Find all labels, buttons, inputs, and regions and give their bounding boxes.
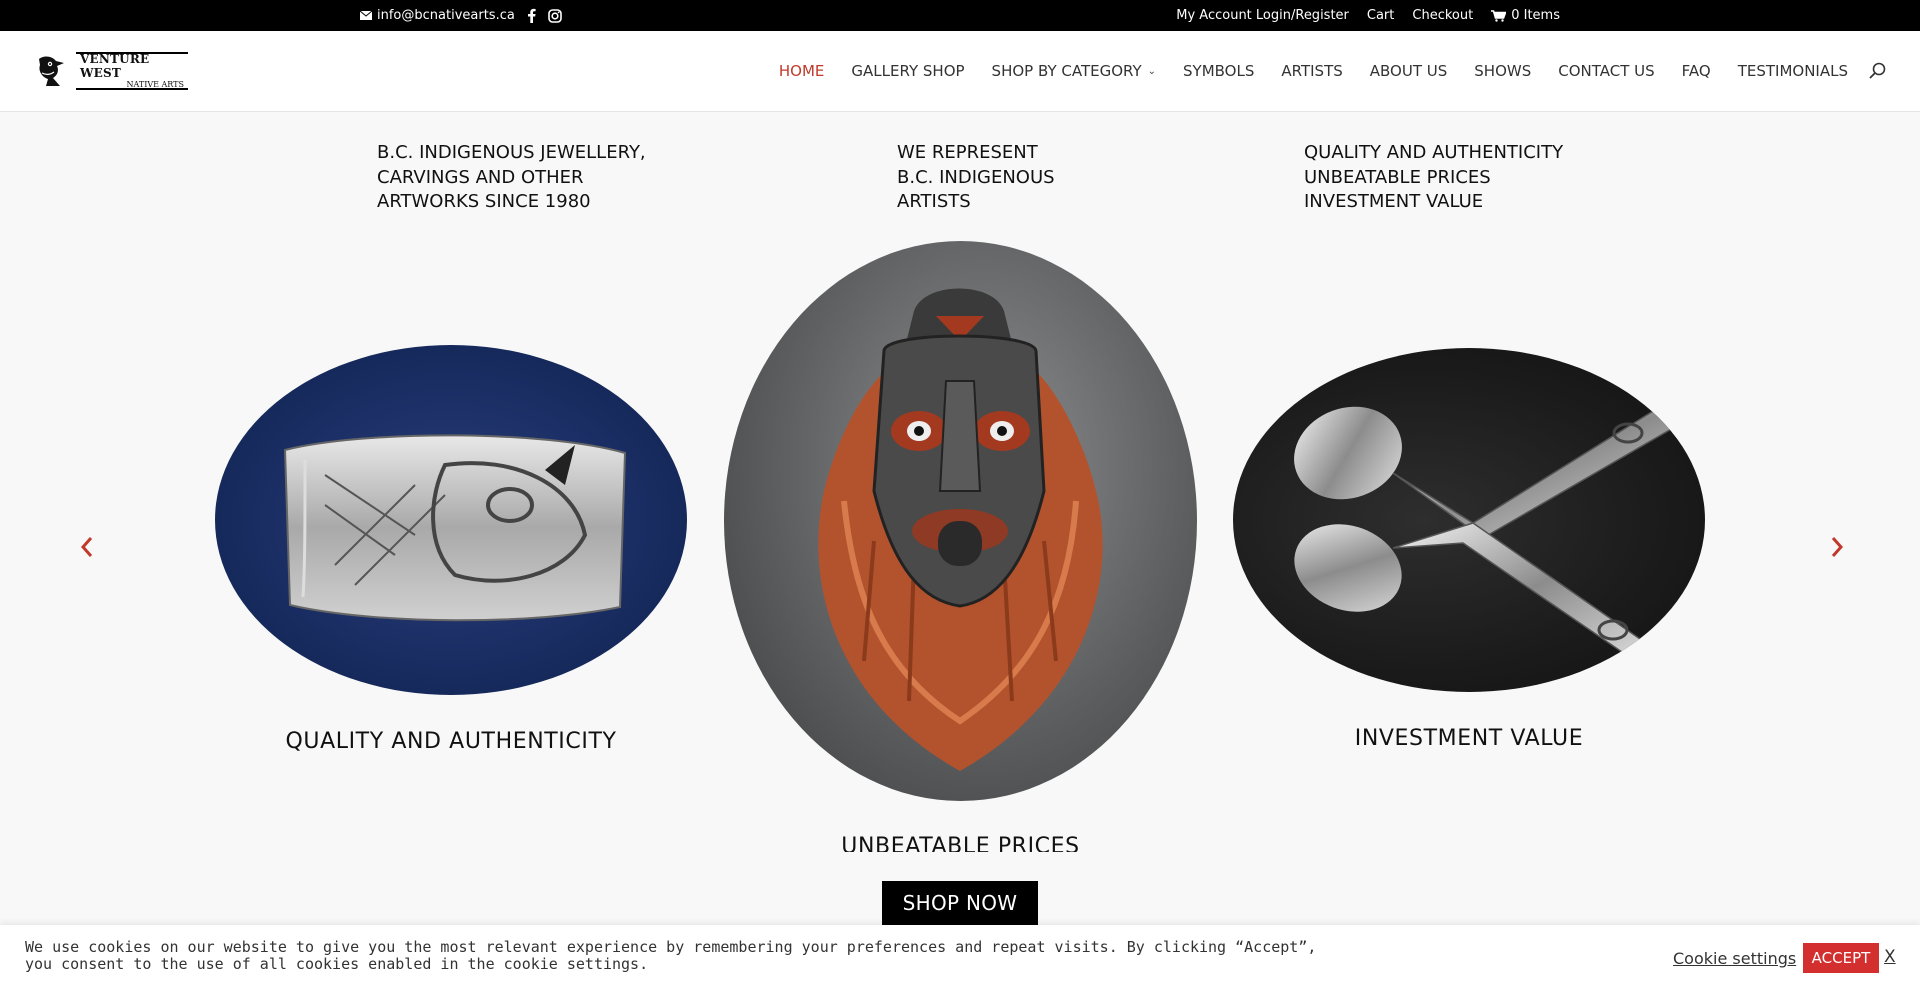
nav-item-shop-by-category[interactable]: SHOP BY CATEGORY ⌄ <box>992 62 1156 80</box>
slide-image-mask[interactable] <box>724 241 1197 801</box>
logo-line-1: VENTURE WEST <box>80 52 150 80</box>
logo-raven-icon <box>39 56 64 86</box>
cart-items-count: 0 Items <box>1511 8 1560 23</box>
top-bar: info@bcnativearts.ca My Account Login/Re… <box>0 0 1920 31</box>
nav-item-artists[interactable]: ARTISTS <box>1281 62 1342 80</box>
nav-item-gallery-shop[interactable]: GALLERY SHOP <box>851 62 964 80</box>
cart-link[interactable]: Cart <box>1367 8 1395 23</box>
logo-line-2: NATIVE ARTS <box>126 80 184 89</box>
nav-item-home[interactable]: HOME <box>779 62 825 80</box>
slide-caption-center: UNBEATABLE PRICES <box>841 834 1080 852</box>
shopping-cart-icon <box>1491 9 1507 22</box>
carousel-prev-button[interactable] <box>72 532 102 562</box>
account-link[interactable]: My Account Login/Register <box>1176 8 1349 23</box>
checkout-link[interactable]: Checkout <box>1412 8 1473 23</box>
facebook-link[interactable] <box>527 8 536 23</box>
instagram-link[interactable] <box>548 8 562 23</box>
nav-item-shows[interactable]: SHOWS <box>1474 62 1531 80</box>
slide-caption-right: INVESTMENT VALUE <box>1354 726 1584 751</box>
nav-item-about-us[interactable]: ABOUT US <box>1370 62 1448 80</box>
silver-bracelet-image <box>283 434 627 622</box>
nav-item-testimonials[interactable]: TESTIMONIALS <box>1738 62 1848 80</box>
cookie-close-button[interactable]: X <box>1884 947 1896 967</box>
top-bar-right: My Account Login/Register Cart Checkout … <box>1176 0 1560 31</box>
cookie-settings-link[interactable]: Cookie settings <box>1673 949 1796 968</box>
slide-image-bracelet[interactable] <box>215 345 687 695</box>
main-nav: HOME GALLERY SHOP SHOP BY CATEGORY ⌄ SYM… <box>779 31 1848 111</box>
silver-spoons-image <box>1294 406 1675 664</box>
facebook-icon <box>527 8 536 23</box>
mail-icon <box>360 11 372 20</box>
hero-tagline-3: QUALITY AND AUTHENTICITY UNBEATABLE PRIC… <box>1304 142 1564 212</box>
hero-tagline-1: B.C. INDIGENOUS JEWELLERY, CARVINGS AND … <box>377 142 646 212</box>
cookie-consent-text: We use cookies on our website to give yo… <box>25 938 1317 973</box>
top-bar-left: info@bcnativearts.ca <box>360 0 562 31</box>
shop-now-button[interactable]: SHOP NOW <box>882 881 1038 925</box>
cookie-consent-bar: We use cookies on our website to give yo… <box>0 925 1920 993</box>
chevron-right-icon <box>1831 537 1844 557</box>
email-text: info@bcnativearts.ca <box>377 8 515 23</box>
carousel-next-button[interactable] <box>1822 532 1852 562</box>
logo-wordmark: VENTURE WEST NATIVE ARTS <box>76 52 188 90</box>
search-icon[interactable] <box>1868 61 1888 81</box>
instagram-icon <box>548 8 562 23</box>
nav-item-faq[interactable]: FAQ <box>1682 62 1711 80</box>
chevron-down-icon: ⌄ <box>1147 65 1157 77</box>
slide-image-spoons[interactable] <box>1233 348 1705 692</box>
nav-item-contact-us[interactable]: CONTACT US <box>1558 62 1654 80</box>
hero-tagline-2: WE REPRESENT B.C. INDIGENOUS ARTISTS <box>897 142 1055 212</box>
site-logo[interactable]: VENTURE WEST NATIVE ARTS <box>36 51 194 91</box>
slide-caption-left: QUALITY AND AUTHENTICITY <box>285 729 617 754</box>
email-link[interactable]: info@bcnativearts.ca <box>360 8 515 23</box>
site-header: VENTURE WEST NATIVE ARTS HOME GALLERY SH… <box>0 31 1920 111</box>
cart-items-link[interactable]: 0 Items <box>1491 8 1560 23</box>
nav-item-shop-by-category-label: SHOP BY CATEGORY <box>991 62 1142 80</box>
chevron-left-icon <box>80 537 93 557</box>
carved-mask-image <box>818 288 1103 771</box>
nav-item-symbols[interactable]: SYMBOLS <box>1183 62 1254 80</box>
cookie-accept-button[interactable]: ACCEPT <box>1803 943 1879 973</box>
